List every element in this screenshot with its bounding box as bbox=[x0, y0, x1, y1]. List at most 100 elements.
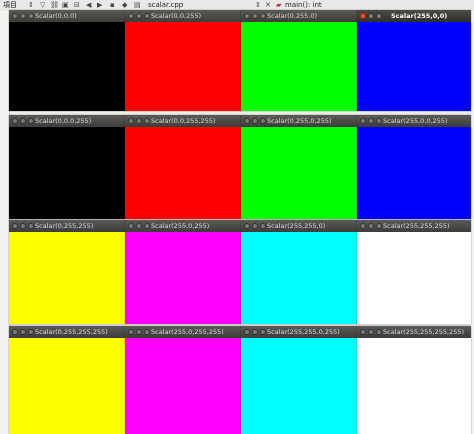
maximize-icon[interactable] bbox=[28, 329, 34, 335]
window-titlebar[interactable]: Scalar(255,255,0) bbox=[241, 220, 357, 232]
image-window-11[interactable]: Scalar(255,255,0) bbox=[241, 220, 357, 324]
window-titlebar[interactable]: Scalar(0,255,0) bbox=[241, 10, 357, 22]
close-icon[interactable] bbox=[128, 118, 134, 124]
color-swatch bbox=[125, 338, 241, 434]
minimize-icon[interactable] bbox=[136, 223, 142, 229]
minimize-icon[interactable] bbox=[368, 13, 374, 19]
maximize-icon[interactable] bbox=[376, 223, 382, 229]
window-titlebar[interactable]: Scalar(0,0,0,255) bbox=[9, 115, 125, 127]
image-window-10[interactable]: Scalar(255,0,255) bbox=[125, 220, 241, 324]
maximize-icon[interactable] bbox=[144, 329, 150, 335]
image-window-5[interactable]: Scalar(0,0,0,255) bbox=[9, 115, 125, 219]
minimize-icon[interactable] bbox=[20, 13, 26, 19]
window-titlebar[interactable]: Scalar(0,0,0) bbox=[9, 10, 125, 22]
image-window-13[interactable]: Scalar(0,255,255,255) bbox=[9, 326, 125, 434]
window-title: Scalar(0,0,0,255) bbox=[35, 117, 92, 125]
image-window-15[interactable]: Scalar(255,255,0,255) bbox=[241, 326, 357, 434]
color-swatch bbox=[125, 127, 241, 219]
minimize-icon[interactable] bbox=[368, 223, 374, 229]
close-icon[interactable] bbox=[244, 329, 250, 335]
maximize-icon[interactable] bbox=[28, 13, 34, 19]
close-icon[interactable] bbox=[244, 13, 250, 19]
close-icon[interactable] bbox=[128, 223, 134, 229]
window-title: Scalar(0,255,0,255) bbox=[267, 117, 332, 125]
image-window-8[interactable]: Scalar(255,0,0,255) bbox=[357, 115, 471, 219]
maximize-icon[interactable] bbox=[28, 223, 34, 229]
close-icon[interactable] bbox=[12, 329, 18, 335]
maximize-icon[interactable] bbox=[376, 13, 382, 19]
close-icon[interactable] bbox=[244, 223, 250, 229]
window-title: Scalar(255,0,255) bbox=[151, 222, 210, 230]
maximize-icon[interactable] bbox=[144, 13, 150, 19]
color-swatch bbox=[125, 232, 241, 324]
close-icon[interactable] bbox=[128, 329, 134, 335]
close-icon[interactable] bbox=[360, 118, 366, 124]
window-title: Scalar(255,255,255,255) bbox=[383, 328, 465, 336]
close-icon[interactable] bbox=[360, 13, 366, 19]
image-window-3[interactable]: Scalar(0,255,0) bbox=[241, 10, 357, 111]
maximize-icon[interactable] bbox=[376, 329, 382, 335]
close-icon[interactable] bbox=[128, 13, 134, 19]
window-title: Scalar(255,255,255) bbox=[383, 222, 450, 230]
image-window-1[interactable]: Scalar(0,0,0) bbox=[9, 10, 125, 111]
minimize-icon[interactable] bbox=[252, 13, 258, 19]
minimize-icon[interactable] bbox=[252, 118, 258, 124]
maximize-icon[interactable] bbox=[376, 118, 382, 124]
color-swatch bbox=[241, 127, 357, 219]
image-window-16[interactable]: Scalar(255,255,255,255) bbox=[357, 326, 471, 434]
window-title: Scalar(0,0,255) bbox=[151, 12, 202, 20]
window-titlebar[interactable]: Scalar(255,255,255) bbox=[357, 220, 471, 232]
maximize-icon[interactable] bbox=[144, 118, 150, 124]
minimize-icon[interactable] bbox=[136, 118, 142, 124]
maximize-icon[interactable] bbox=[28, 118, 34, 124]
color-swatch bbox=[9, 338, 125, 434]
window-title: Scalar(255,0,0,255) bbox=[383, 117, 448, 125]
image-window-9[interactable]: Scalar(0,255,255) bbox=[9, 220, 125, 324]
window-title: Scalar(255,0,255,255) bbox=[151, 328, 224, 336]
close-icon[interactable] bbox=[12, 223, 18, 229]
window-title: Scalar(0,0,255,255) bbox=[151, 117, 216, 125]
close-icon[interactable] bbox=[360, 329, 366, 335]
window-title: Scalar(0,255,0) bbox=[267, 12, 318, 20]
window-titlebar[interactable]: Scalar(255,0,0,255) bbox=[357, 115, 471, 127]
close-icon[interactable] bbox=[12, 118, 18, 124]
minimize-icon[interactable] bbox=[368, 329, 374, 335]
window-title: Scalar(0,0,0) bbox=[35, 12, 77, 20]
color-swatch bbox=[241, 22, 357, 111]
close-icon[interactable] bbox=[360, 223, 366, 229]
image-window-6[interactable]: Scalar(0,0,255,255) bbox=[125, 115, 241, 219]
maximize-icon[interactable] bbox=[144, 223, 150, 229]
minimize-icon[interactable] bbox=[136, 329, 142, 335]
window-titlebar[interactable]: Scalar(255,0,0) bbox=[357, 10, 471, 22]
window-titlebar[interactable]: Scalar(255,0,255) bbox=[125, 220, 241, 232]
image-window-2[interactable]: Scalar(0,0,255) bbox=[125, 10, 241, 111]
window-titlebar[interactable]: Scalar(0,255,255) bbox=[9, 220, 125, 232]
minimize-icon[interactable] bbox=[20, 223, 26, 229]
minimize-icon[interactable] bbox=[252, 329, 258, 335]
color-swatch bbox=[9, 22, 125, 111]
maximize-icon[interactable] bbox=[260, 118, 266, 124]
window-titlebar[interactable]: Scalar(255,0,255,255) bbox=[125, 326, 241, 338]
window-titlebar[interactable]: Scalar(0,0,255) bbox=[125, 10, 241, 22]
close-icon[interactable] bbox=[12, 13, 18, 19]
color-swatch bbox=[9, 127, 125, 219]
minimize-icon[interactable] bbox=[368, 118, 374, 124]
color-swatch bbox=[125, 22, 241, 111]
maximize-icon[interactable] bbox=[260, 329, 266, 335]
window-titlebar[interactable]: Scalar(0,255,255,255) bbox=[9, 326, 125, 338]
image-window-14[interactable]: Scalar(255,0,255,255) bbox=[125, 326, 241, 434]
minimize-icon[interactable] bbox=[136, 13, 142, 19]
image-window-7[interactable]: Scalar(0,255,0,255) bbox=[241, 115, 357, 219]
window-titlebar[interactable]: Scalar(255,255,255,255) bbox=[357, 326, 471, 338]
minimize-icon[interactable] bbox=[20, 329, 26, 335]
window-titlebar[interactable]: Scalar(255,255,0,255) bbox=[241, 326, 357, 338]
close-icon[interactable] bbox=[244, 118, 250, 124]
window-titlebar[interactable]: Scalar(0,0,255,255) bbox=[125, 115, 241, 127]
minimize-icon[interactable] bbox=[252, 223, 258, 229]
maximize-icon[interactable] bbox=[260, 223, 266, 229]
image-window-4[interactable]: Scalar(255,0,0) bbox=[357, 10, 471, 111]
maximize-icon[interactable] bbox=[260, 13, 266, 19]
minimize-icon[interactable] bbox=[20, 118, 26, 124]
window-titlebar[interactable]: Scalar(0,255,0,255) bbox=[241, 115, 357, 127]
image-window-12[interactable]: Scalar(255,255,255) bbox=[357, 220, 471, 324]
